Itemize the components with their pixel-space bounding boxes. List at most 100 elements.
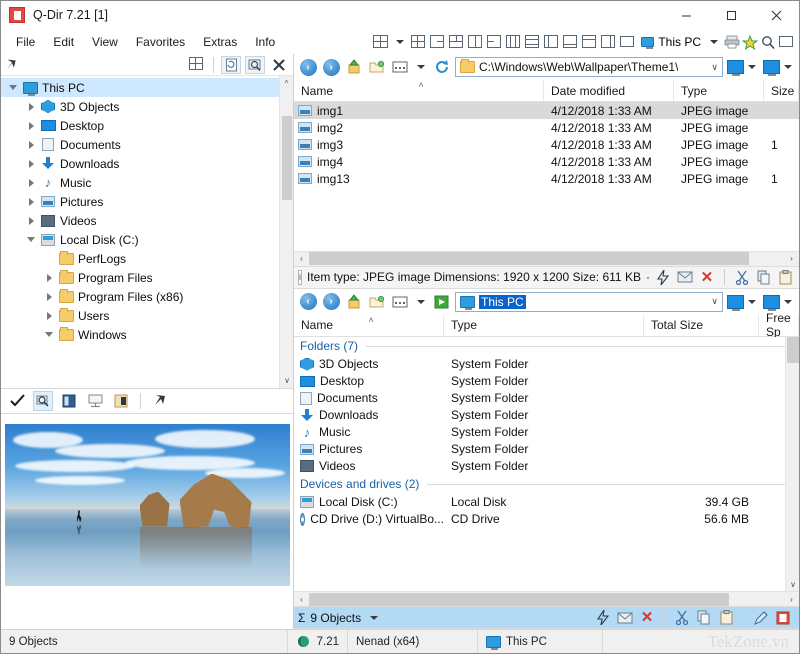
search-icon[interactable]	[760, 34, 776, 50]
tree-scroll-thumb[interactable]	[282, 116, 292, 200]
pane-layout-6-icon[interactable]	[505, 35, 522, 50]
maximize-button[interactable]	[709, 1, 754, 30]
printer-icon[interactable]	[724, 34, 740, 50]
close-icon[interactable]	[269, 56, 289, 74]
bottom-forward-button[interactable]: ›	[321, 292, 341, 312]
tree-expander-icon[interactable]	[23, 160, 39, 168]
back-button[interactable]: ‹	[298, 57, 318, 77]
bottom-view-caret-icon[interactable]	[748, 300, 756, 304]
pane-layout-1-icon[interactable]	[410, 35, 427, 50]
table-row[interactable]: DesktopSystem Folder	[294, 373, 799, 390]
tree-node-windows[interactable]: Windows	[1, 325, 293, 344]
bottom-pane-file-list[interactable]: Folders (7)3D ObjectsSystem FolderDeskto…	[294, 337, 799, 592]
pane-layout-10-icon[interactable]	[581, 35, 598, 50]
pane-layout-caret-icon[interactable]	[396, 40, 404, 44]
check-icon[interactable]	[7, 391, 27, 411]
menu-favorites[interactable]: Favorites	[127, 32, 194, 52]
tree-expander-icon[interactable]	[23, 237, 39, 242]
image-view-icon[interactable]	[59, 391, 79, 411]
bottom-pane-hscrollbar[interactable]: ‹ ›	[294, 591, 799, 606]
rename-icon[interactable]	[753, 610, 769, 626]
column-header-size[interactable]: Size	[764, 80, 799, 101]
tree-expander-icon[interactable]	[41, 293, 57, 301]
menu-info[interactable]: Info	[246, 32, 284, 52]
column-header-free-sp[interactable]: Free Sp	[759, 315, 799, 336]
bottom-hscroll-track[interactable]	[309, 593, 784, 606]
table-row[interactable]: PicturesSystem Folder	[294, 441, 799, 458]
tree-expander-icon[interactable]	[23, 122, 39, 130]
tree-expander-icon[interactable]	[41, 312, 57, 320]
table-row[interactable]: DocumentsSystem Folder	[294, 390, 799, 407]
menu-extras[interactable]: Extras	[194, 32, 246, 52]
zoom-icon[interactable]	[33, 391, 53, 411]
pane-layout-11-icon[interactable]	[600, 35, 617, 50]
cut-icon[interactable]	[734, 269, 750, 285]
tree-node-music[interactable]: ♪Music	[1, 173, 293, 192]
tree-node-downloads[interactable]: Downloads	[1, 154, 293, 173]
list-caret-icon[interactable]	[417, 65, 425, 69]
copy-icon[interactable]	[696, 610, 712, 626]
tree-node-this-pc[interactable]: This PC	[1, 78, 293, 97]
pane-layout-9-icon[interactable]	[562, 35, 579, 50]
tree-expander-icon[interactable]	[23, 103, 39, 111]
pane-layout-2-icon[interactable]	[429, 35, 446, 50]
column-header-type[interactable]: Type	[444, 315, 644, 336]
bottom-view-2-caret-icon[interactable]	[784, 300, 792, 304]
mail-icon[interactable]	[617, 610, 633, 626]
bottom-hscroll-left-icon[interactable]: ‹	[294, 595, 309, 604]
tree-expander-icon[interactable]	[23, 141, 39, 149]
hscroll-right-icon[interactable]: ›	[784, 254, 799, 263]
group-header[interactable]: Devices and drives (2)	[294, 475, 799, 494]
properties-panel-icon[interactable]	[775, 610, 791, 626]
tree-node-desktop[interactable]: Desktop	[1, 116, 293, 135]
tree-scroll-up-icon[interactable]: ^	[280, 76, 293, 90]
pane-layout-quad-icon[interactable]	[373, 35, 390, 50]
top-pane-column-header[interactable]: Name˄Date modifiedTypeSize	[294, 80, 799, 102]
paste-icon[interactable]	[778, 269, 794, 285]
pane-layout-single-icon[interactable]	[619, 35, 636, 50]
bottom-view-mode-2-button[interactable]	[762, 295, 795, 309]
tree-node-documents[interactable]: Documents	[1, 135, 293, 154]
tree-node-pictures[interactable]: Pictures	[1, 192, 293, 211]
tree-expander-icon[interactable]	[41, 332, 57, 337]
hscroll-track[interactable]	[309, 252, 784, 265]
close-button[interactable]	[754, 1, 799, 30]
top-address-bar[interactable]: C:\Windows\Web\Wallpaper\Theme1\ ∨	[455, 57, 723, 77]
bottom-scroll-thumb[interactable]	[787, 337, 799, 363]
pane-layout-3-icon[interactable]	[448, 35, 465, 50]
bottom-recent-folder-icon[interactable]	[367, 292, 387, 312]
top-view-mode-2-button[interactable]	[762, 60, 795, 74]
bottom-list-caret-icon[interactable]	[417, 300, 425, 304]
list-icon[interactable]	[390, 57, 410, 77]
mail-icon[interactable]	[677, 269, 693, 285]
group-header[interactable]: Folders (7)	[294, 337, 799, 356]
table-row[interactable]: img44/12/2018 1:33 AMJPEG image	[294, 153, 799, 170]
bottom-up-arrow-icon[interactable]	[344, 292, 364, 312]
address-dropdown-caret-icon[interactable]: ∨	[711, 62, 718, 73]
tree-scrollbar[interactable]: ^ ∨	[279, 76, 293, 388]
column-header-total-size[interactable]: Total Size	[644, 315, 759, 336]
tree-node-videos[interactable]: Videos	[1, 211, 293, 230]
tree-expander-icon[interactable]	[5, 85, 21, 90]
minimize-panes-icon[interactable]	[778, 35, 795, 50]
tree-node-users[interactable]: Users	[1, 306, 293, 325]
minimize-button[interactable]	[664, 1, 709, 30]
tree-expander-icon[interactable]	[23, 217, 39, 225]
tree-expander-icon[interactable]	[23, 198, 39, 206]
tree-expander-icon[interactable]	[41, 274, 57, 282]
forward-button[interactable]: ›	[321, 57, 341, 77]
table-row[interactable]: ♪MusicSystem Folder	[294, 424, 799, 441]
tree-node-perflogs[interactable]: PerfLogs	[1, 249, 293, 268]
column-header-name[interactable]: Name˄	[294, 315, 444, 336]
lightning-icon[interactable]	[595, 610, 611, 626]
bottom-view-mode-button[interactable]	[726, 295, 759, 309]
top-view-mode-button[interactable]	[726, 60, 759, 74]
bottom-hscroll-thumb[interactable]	[309, 593, 729, 606]
bottom-list-scrollbar[interactable]: ∨	[785, 337, 799, 592]
grid-icon[interactable]	[186, 56, 206, 74]
copy-icon[interactable]	[756, 269, 772, 285]
bottom-list-icon[interactable]	[390, 292, 410, 312]
cut-icon[interactable]	[674, 610, 690, 626]
bottom-status-caret-icon[interactable]	[370, 616, 378, 620]
column-header-date-modified[interactable]: Date modified	[544, 80, 674, 101]
